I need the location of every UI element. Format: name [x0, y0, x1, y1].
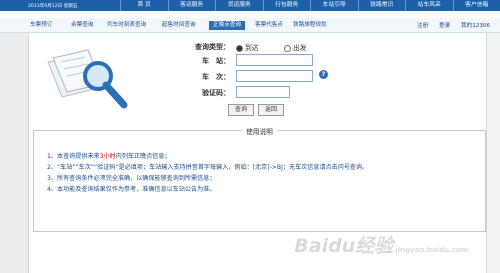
main-nav: 首 页 客运服务 货运服务 行包服务 车站引导 铁路常识 站车风采 客户信箱	[120, 0, 500, 11]
instruction-1: 1、本查询提供未来3小时内列车正晚点信息；	[47, 153, 171, 160]
back-button[interactable]: 返回	[258, 104, 284, 116]
user-links: 注册 登录 我的12306	[408, 21, 490, 29]
train-input[interactable]	[236, 70, 313, 82]
search-illustration	[47, 49, 128, 109]
subnav-trip-plan[interactable]: 铁路旅程规划	[293, 21, 327, 30]
captcha-input[interactable]	[236, 86, 290, 98]
nav-luggage[interactable]: 行包服务	[262, 0, 311, 11]
instructions-title: 使用说明	[241, 126, 278, 136]
nav-home[interactable]: 首 页	[120, 0, 168, 11]
instruction-4: 4、本功能及查询结果仅作为参考，准确信息以车站公告为准。	[47, 186, 216, 193]
nav-station-guide[interactable]: 车站引导	[310, 0, 358, 11]
station-input[interactable]	[236, 54, 313, 66]
nav-freight[interactable]: 货运服务	[215, 0, 263, 11]
train-label: 车 次：	[202, 73, 230, 81]
query-button[interactable]: 查询	[228, 104, 254, 116]
top-bar: 2013年9月12日 星期五 首 页 客运服务 货运服务 行包服务 车站引导 铁…	[0, 0, 500, 11]
help-icon[interactable]: ?	[319, 70, 328, 79]
left-margin	[0, 33, 29, 273]
subnav-timetable[interactable]: 列车时刻表查询	[107, 21, 146, 30]
baidu-watermark: Baidu经验 jingyan.baidu.com	[294, 235, 468, 257]
nav-rail-knowledge[interactable]: 铁路常识	[357, 0, 406, 11]
radio-depart[interactable]: 出发	[284, 42, 307, 52]
station-label: 车 站：	[202, 57, 230, 65]
subnav-ticket-availability[interactable]: 余票查询	[71, 21, 93, 30]
nav-mailbox[interactable]: 客户信箱	[452, 0, 500, 11]
captcha-label: 验证码：	[202, 89, 230, 97]
nav-style[interactable]: 站车风采	[405, 0, 453, 11]
instructions-panel: 使用说明 1、本查询提供未来3小时内列车正晚点信息； 2、“车站”“车次”“验证…	[33, 126, 486, 232]
login-link[interactable]: 登录	[439, 23, 450, 29]
nav-passenger[interactable]: 客运服务	[167, 0, 216, 11]
my-12306-link[interactable]: 我的12306	[461, 23, 490, 29]
current-date: 2013年9月12日 星期五	[28, 4, 78, 9]
radio-arrive[interactable]: 到达	[236, 42, 259, 52]
subnav-ticket-booking[interactable]: 车票预订	[30, 21, 52, 30]
subnav-sale-time[interactable]: 起售时间查询	[162, 21, 196, 30]
instruction-2: 2、“车站”“车次”“验证码”是必填项；车站输入支持拼音首字母输入，例如：[北京…	[47, 164, 369, 171]
query-type-label: 查询类型：	[195, 43, 230, 51]
register-link[interactable]: 注册	[417, 23, 428, 29]
subnav-arrival-status[interactable]: 正晚点查询	[209, 21, 245, 30]
right-margin	[486, 33, 500, 273]
subnav-agents[interactable]: 客票代售点	[255, 21, 283, 30]
instruction-3: 3、所有查询条件必须完全准确，以确保能够查询到所需信息；	[47, 175, 216, 182]
sub-nav: 车票预订 余票查询 列车时刻表查询 起售时间查询 正晚点查询 客票代售点 铁路旅…	[0, 18, 500, 33]
